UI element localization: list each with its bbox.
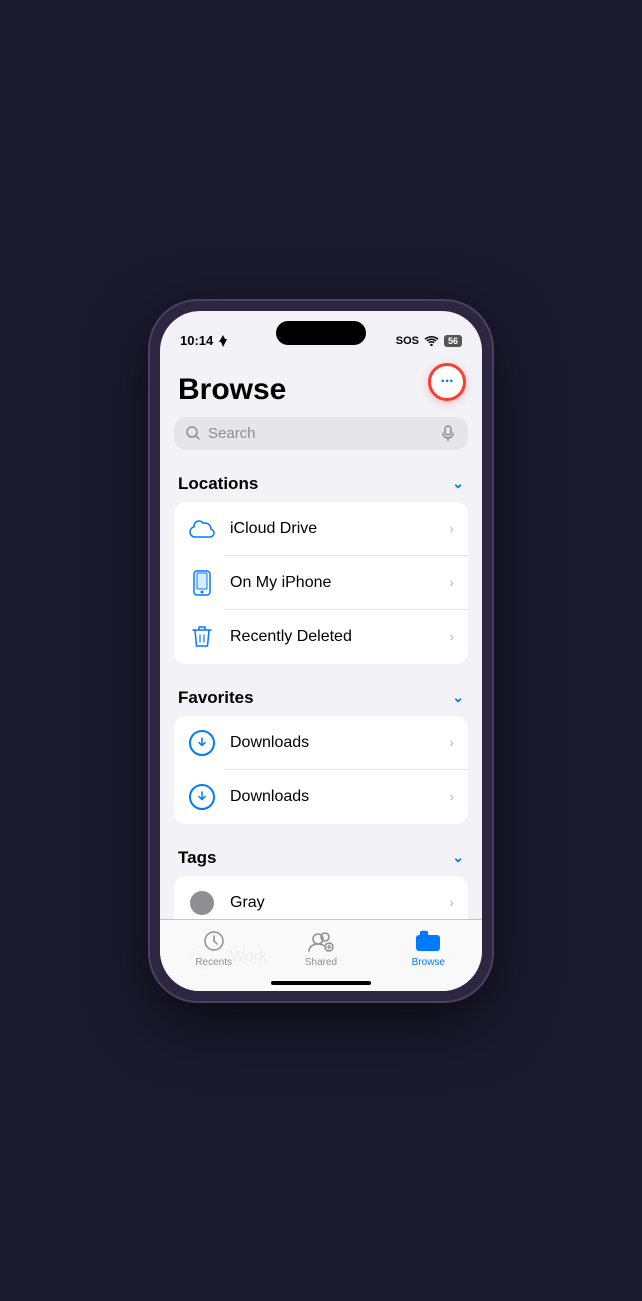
recently-deleted-item[interactable]: Recently Deleted ›	[174, 610, 468, 664]
downloads-2-label: Downloads	[230, 788, 436, 806]
downloads-1-label: Downloads	[230, 734, 436, 752]
more-button-container: ···	[428, 363, 466, 401]
download-2-icon	[188, 783, 216, 811]
downloads-2-chevron: ›	[450, 789, 454, 804]
recently-deleted-chevron: ›	[450, 629, 454, 644]
recents-icon	[201, 928, 227, 954]
battery-level: 56	[444, 335, 462, 347]
on-my-iphone-label: On My iPhone	[230, 574, 436, 592]
icloud-drive-chevron: ›	[450, 521, 454, 536]
icloud-drive-label: iCloud Drive	[230, 520, 436, 538]
recents-tab-label: Recents	[195, 957, 232, 968]
icloud-icon	[188, 515, 216, 543]
search-placeholder: Search	[208, 425, 432, 442]
trash-icon	[188, 623, 216, 651]
downloads-1-chevron: ›	[450, 735, 454, 750]
phone-screen: 10:14 SOS 56 ···	[160, 311, 482, 991]
dynamic-island	[276, 321, 366, 345]
tab-recents[interactable]: Recents	[160, 928, 267, 968]
tags-title: Tags	[178, 848, 216, 868]
home-indicator	[271, 981, 371, 985]
search-bar[interactable]: Search	[174, 417, 468, 450]
tab-shared[interactable]: Shared	[267, 928, 374, 968]
download-1-icon	[188, 729, 216, 757]
shared-icon	[308, 928, 334, 954]
scroll-content: Browse Search Locations ⌄	[160, 359, 482, 991]
locations-chevron-icon: ⌄	[452, 475, 464, 492]
browse-icon	[415, 928, 441, 954]
search-icon	[186, 426, 200, 440]
tags-chevron-icon: ⌄	[452, 849, 464, 866]
gray-tag-chevron: ›	[450, 895, 454, 910]
more-dots-icon: ···	[441, 373, 454, 391]
locations-list: iCloud Drive › On My iPhone ›	[174, 502, 468, 664]
favorites-chevron-icon: ⌄	[452, 689, 464, 706]
downloads-2-item[interactable]: Downloads ›	[174, 770, 468, 824]
shared-tab-label: Shared	[305, 957, 337, 968]
iphone-device-icon	[188, 569, 216, 597]
browse-tab-label: Browse	[412, 957, 445, 968]
tab-browse[interactable]: Browse	[375, 928, 482, 968]
phone-frame: 10:14 SOS 56 ···	[150, 301, 492, 1001]
favorites-title: Favorites	[178, 688, 254, 708]
icloud-drive-item[interactable]: iCloud Drive ›	[174, 502, 468, 556]
recently-deleted-label: Recently Deleted	[230, 628, 436, 646]
on-my-iphone-chevron: ›	[450, 575, 454, 590]
sos-label: SOS	[396, 335, 419, 347]
favorites-section-header[interactable]: Favorites ⌄	[160, 680, 482, 716]
locations-title: Locations	[178, 474, 258, 494]
tags-section-header[interactable]: Tags ⌄	[160, 840, 482, 876]
gray-tag-icon	[188, 889, 216, 917]
status-right: SOS 56	[396, 335, 462, 347]
gray-tag-label: Gray	[230, 894, 436, 912]
status-time: 10:14	[180, 333, 228, 348]
on-my-iphone-item[interactable]: On My iPhone ›	[174, 556, 468, 610]
locations-section-header[interactable]: Locations ⌄	[160, 466, 482, 502]
microphone-icon	[440, 425, 456, 441]
downloads-1-item[interactable]: Downloads ›	[174, 716, 468, 770]
more-button[interactable]: ···	[428, 363, 466, 401]
favorites-list: Downloads › Downloads ›	[174, 716, 468, 824]
